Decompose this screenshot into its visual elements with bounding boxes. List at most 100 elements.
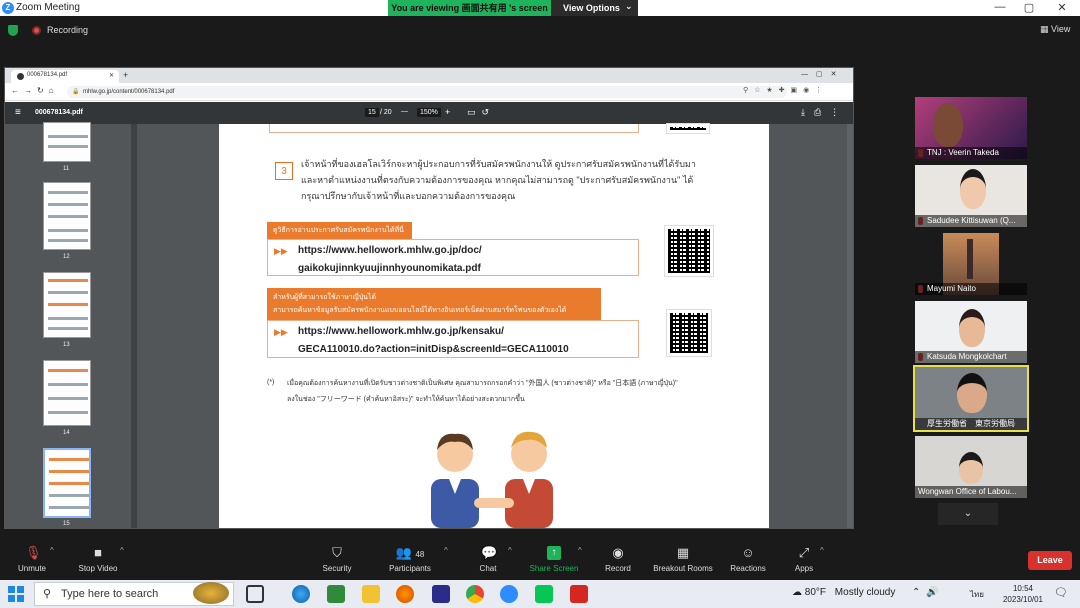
page-total: / 20 <box>380 109 392 116</box>
scroll-down-button[interactable]: ⌄ <box>938 503 998 525</box>
participant-video[interactable]: Sadudee Kittisuwan (Q... <box>915 165 1027 227</box>
chrome-icon[interactable] <box>466 585 484 603</box>
muted-mic-icon: 🎙 <box>25 545 42 560</box>
security-button[interactable]: ⛉ Security <box>305 545 369 574</box>
reactions-icon: ☺ <box>741 545 755 560</box>
thumbnail-page[interactable] <box>43 122 91 162</box>
url-input[interactable]: 🔒 mhlw.go.jp/content/000678134.pdf <box>67 86 787 98</box>
zoom-out-button[interactable]: — <box>401 108 408 115</box>
tray-icons[interactable]: ⌃🔊 <box>912 587 945 598</box>
view-options-button[interactable]: View Options ⌄ <box>551 0 638 16</box>
chat-caret[interactable]: ^ <box>508 546 512 555</box>
participant-video-active-speaker[interactable]: 厚生労働省 東京労働局 <box>913 365 1029 432</box>
note-text: เมื่อคุณต้องการค้นหางานที่เปิดรับชาวต่าง… <box>287 380 678 403</box>
share-screen-button[interactable]: ↑ Share Screen <box>522 546 586 573</box>
participant-name: Wongwan Office of Labou... <box>915 486 1027 498</box>
thumbnail-page[interactable] <box>43 182 91 250</box>
step-number: 3 <box>275 162 293 180</box>
share-screen-icon: ↑ <box>547 546 561 560</box>
window-title: Zoom Meeting <box>16 2 80 13</box>
video-options-caret[interactable]: ^ <box>120 546 124 555</box>
browser-extension-icons[interactable]: ⚲☆★✚▣◉⋮ <box>743 86 828 94</box>
participant-video[interactable]: TNJ : Veerin Takeda <box>915 97 1027 159</box>
download-print-icons[interactable]: ⤓⎙⋮ <box>801 107 848 118</box>
view-button[interactable]: ▦ View <box>1040 24 1070 35</box>
participants-button[interactable]: 👥 48 Participants <box>378 545 442 574</box>
zoom-level[interactable]: 150% <box>417 108 441 117</box>
thumbnail-number: 14 <box>63 430 70 436</box>
edge-icon[interactable] <box>292 585 310 603</box>
search-icon: ⚲ <box>43 588 52 600</box>
share-caret[interactable]: ^ <box>578 546 582 555</box>
line-icon[interactable] <box>535 585 553 603</box>
teams-icon[interactable] <box>432 585 450 603</box>
view-label: View <box>1051 24 1071 34</box>
pdf-viewer: 3 เจ้าหน้าที่ของเฮลโลเวิร์กจะหาผู้ประกอบ… <box>137 123 853 528</box>
participant-video[interactable]: Wongwan Office of Labou... <box>915 436 1027 498</box>
thumbnail-number: 15 <box>63 521 70 527</box>
leave-button[interactable]: Leave <box>1028 551 1072 570</box>
participant-face <box>960 169 986 209</box>
thumbnail-page[interactable] <box>43 272 91 338</box>
box1-title: ดูวิธีการอ่านประกาศรับสมัครพนักงานได้ที่… <box>267 222 412 240</box>
apps-button[interactable]: ⤢ Apps <box>772 546 836 574</box>
qr-code-partial <box>666 123 710 134</box>
box2-url[interactable]: ▶▶ https://www.hellowork.mhlw.go.jp/kens… <box>267 320 639 358</box>
thumbnail-page[interactable] <box>43 360 91 426</box>
menu-icon[interactable]: ≡ <box>15 107 21 118</box>
weather-widget[interactable]: ☁ 80°F Mostly cloudy <box>792 587 895 598</box>
qr-code-1 <box>664 225 714 277</box>
browser-tab[interactable]: 000678134.pdf ✕ <box>11 70 119 83</box>
participants-caret[interactable]: ^ <box>444 546 448 555</box>
participant-name: Mayumi Naito <box>915 283 1027 295</box>
participant-face <box>959 309 985 347</box>
language-indicator[interactable]: ไทย <box>970 588 984 601</box>
firefox-icon[interactable] <box>396 585 414 603</box>
browser-window-controls[interactable]: —▢✕ <box>801 70 844 78</box>
close-tab-icon[interactable]: ✕ <box>109 72 114 79</box>
zoom-logo-icon: Z <box>2 2 14 14</box>
close-button[interactable]: ✕ <box>1047 1 1077 14</box>
zoom-taskbar-icon[interactable] <box>500 585 518 603</box>
participant-name: 厚生労働省 東京労働局 <box>915 418 1027 430</box>
windows-start-icon[interactable] <box>8 586 24 602</box>
reactions-button[interactable]: ☺ Reactions <box>716 545 780 574</box>
meeting-toolbar: 🎙 Unmute ^ ■ Stop Video ^ ⛉ Security 👥 48 Pa… <box>0 540 1080 580</box>
box2-title: สำหรับผู้ที่สามารถใช้ภาษาญี่ปุ่นได้ สามา… <box>267 288 601 320</box>
shield-icon: ⛉ <box>332 545 342 560</box>
record-button[interactable]: ◉ Record <box>586 546 650 574</box>
page-number-input[interactable]: 15 <box>365 108 379 117</box>
participant-video[interactable]: Katsuda Mongkolchart <box>915 301 1027 363</box>
unmute-button[interactable]: 🎙 Unmute <box>0 545 64 574</box>
photos-icon[interactable] <box>327 585 345 603</box>
shield-icon <box>8 25 18 36</box>
audio-options-caret[interactable]: ^ <box>50 546 54 555</box>
box1-url[interactable]: ▶▶ https://www.hellowork.mhlw.go.jp/doc/… <box>267 239 639 276</box>
zoom-in-button[interactable]: + <box>445 107 450 117</box>
fit-rotate-icons[interactable]: ▭↺ <box>467 107 495 118</box>
apps-caret[interactable]: ^ <box>820 546 824 555</box>
acrobat-icon[interactable] <box>570 585 588 603</box>
view-options-label: View Options <box>563 3 620 13</box>
pdf-filename: 000678134.pdf <box>35 109 83 116</box>
maximize-button[interactable]: ▢ <box>1014 1 1044 14</box>
participant-name: TNJ : Veerin Takeda <box>915 147 1027 159</box>
breakout-rooms-button[interactable]: ▦ Breakout Rooms <box>650 545 716 574</box>
nav-buttons[interactable]: ←→↻⌂ <box>11 86 59 95</box>
system-clock[interactable]: 10:54 2023/10/01 <box>996 583 1050 605</box>
breakout-rooms-icon: ▦ <box>676 545 690 560</box>
task-view-icon[interactable] <box>246 585 264 603</box>
new-tab-button[interactable]: + <box>123 70 128 80</box>
minimize-button[interactable]: — <box>985 1 1015 13</box>
tab-title: 000678134.pdf <box>27 72 68 78</box>
file-explorer-icon[interactable] <box>362 585 380 603</box>
viewing-label: You are viewing 画面共有用 's screen <box>388 0 551 16</box>
shared-screen: 000678134.pdf ✕ + —▢✕ ←→↻⌂ 🔒 mhlw.go.jp/… <box>4 67 854 529</box>
pdf-scrollbar[interactable] <box>847 124 853 528</box>
participants-icon: 👥 48 <box>395 545 425 560</box>
news-widget-icon[interactable] <box>193 582 229 604</box>
thumbnail-page-current[interactable] <box>43 448 91 518</box>
thumbnail-number: 13 <box>63 342 70 348</box>
notification-icon[interactable]: 🗨 <box>1054 586 1068 599</box>
taskbar-search-input[interactable]: ⚲ Type here to search <box>34 582 234 606</box>
